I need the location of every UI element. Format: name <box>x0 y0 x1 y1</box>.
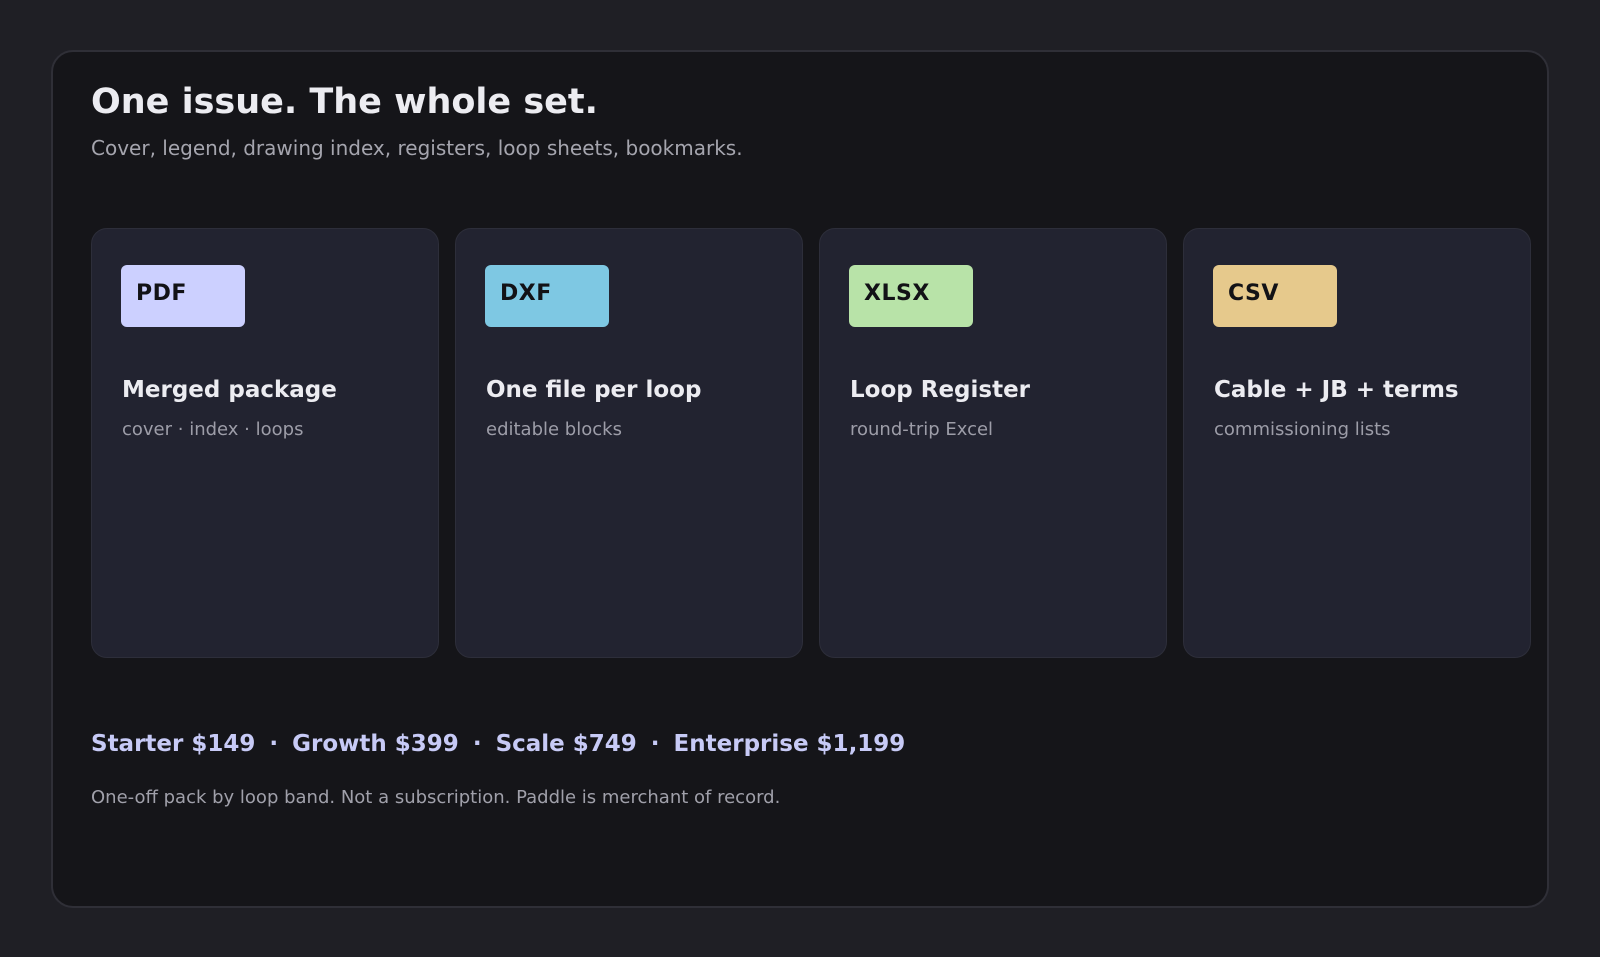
tier-scale: Scale $749 <box>495 731 637 757</box>
pricing-panel: One issue. The whole set. Cover, legend,… <box>51 50 1549 908</box>
card-title: Loop Register <box>850 377 1031 403</box>
tier-growth: Growth $399 <box>292 731 459 757</box>
tier-separator: · <box>269 731 279 757</box>
badge-dxf: DXF <box>485 265 609 327</box>
tier-separator: · <box>650 731 660 757</box>
page-title: One issue. The whole set. <box>91 82 598 122</box>
pricing-note: One-off pack by loop band. Not a subscri… <box>91 787 781 808</box>
tier-enterprise: Enterprise $1,199 <box>673 731 906 757</box>
card-csv: CSV Cable + JB + terms commissioning lis… <box>1183 228 1531 658</box>
card-subtitle: commissioning lists <box>1214 419 1391 440</box>
card-subtitle: round-trip Excel <box>850 419 994 440</box>
badge-pdf: PDF <box>121 265 245 327</box>
tier-separator: · <box>472 731 482 757</box>
card-subtitle: cover · index · loops <box>122 419 304 440</box>
card-dxf: DXF One file per loop editable blocks <box>455 228 803 658</box>
card-title: One file per loop <box>486 377 702 403</box>
card-pdf: PDF Merged package cover · index · loops <box>91 228 439 658</box>
tier-starter: Starter $149 <box>91 731 256 757</box>
badge-xlsx: XLSX <box>849 265 973 327</box>
page-subtitle: Cover, legend, drawing index, registers,… <box>91 136 743 160</box>
card-title: Cable + JB + terms <box>1214 377 1459 403</box>
card-title: Merged package <box>122 377 337 403</box>
card-xlsx: XLSX Loop Register round-trip Excel <box>819 228 1167 658</box>
pricing-tiers: Starter $149 · Growth $399 · Scale $749 · Ente… <box>91 729 905 759</box>
badge-csv: CSV <box>1213 265 1337 327</box>
card-subtitle: editable blocks <box>486 419 622 440</box>
